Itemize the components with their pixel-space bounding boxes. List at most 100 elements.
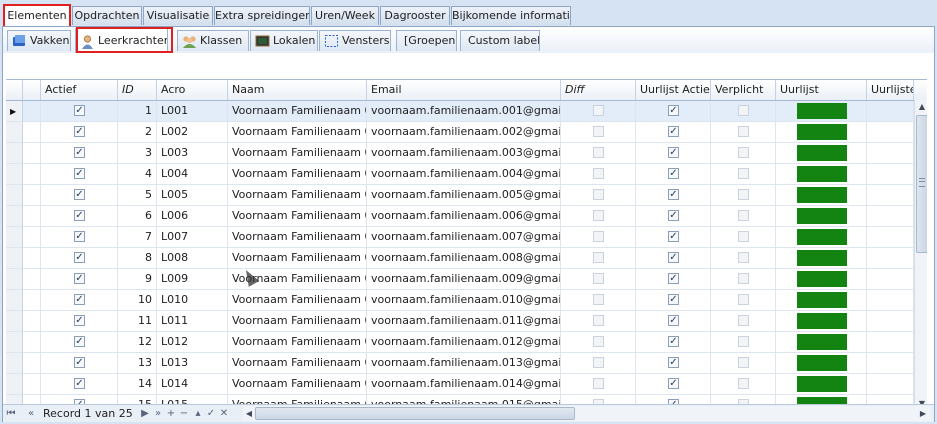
column-header-uurlijst[interactable]: Uurlijst: [776, 80, 867, 100]
cell-email[interactable]: voornaam.familienaam.001@gmail.com: [367, 101, 561, 122]
cell-blank[interactable]: [23, 290, 41, 311]
cell-id[interactable]: 13: [118, 353, 157, 374]
checkbox-unchecked[interactable]: [738, 126, 749, 137]
cell-blank[interactable]: [23, 164, 41, 185]
column-header-uurlijsten[interactable]: Uurlijsten: [867, 80, 914, 100]
cell-diff[interactable]: [561, 206, 636, 227]
cell-verplicht[interactable]: [711, 185, 776, 206]
cell-actief[interactable]: ✓: [41, 206, 118, 227]
checkbox-checked[interactable]: ✓: [74, 189, 85, 200]
cell-naam[interactable]: Voornaam Familienaam 014: [228, 374, 367, 395]
cell-verplicht[interactable]: [711, 290, 776, 311]
checkbox-checked[interactable]: ✓: [74, 210, 85, 221]
cell-diff[interactable]: [561, 290, 636, 311]
cell-blank[interactable]: [23, 101, 41, 122]
cell-ind[interactable]: [6, 290, 23, 311]
uurlijst-color-swatch[interactable]: [797, 250, 847, 266]
checkbox-checked[interactable]: ✓: [668, 231, 679, 242]
cell-uurlijst-actief[interactable]: ✓: [636, 353, 711, 374]
cell-uurlijst[interactable]: [776, 206, 867, 227]
column-header-acro[interactable]: Acro: [157, 80, 228, 100]
cell-blank[interactable]: [23, 122, 41, 143]
cell-actief[interactable]: ✓: [41, 248, 118, 269]
cell-acro[interactable]: L007: [157, 227, 228, 248]
uurlijst-color-swatch[interactable]: [797, 124, 847, 140]
cell-actief[interactable]: ✓: [41, 143, 118, 164]
cell-uurlijst[interactable]: [776, 122, 867, 143]
cell-uurlijst-actief[interactable]: ✓: [636, 101, 711, 122]
checkbox-unchecked[interactable]: [593, 105, 604, 116]
cell-uurlijst[interactable]: [776, 164, 867, 185]
cell-actief[interactable]: ✓: [41, 185, 118, 206]
checkbox-checked[interactable]: ✓: [74, 147, 85, 158]
cell-ind[interactable]: [6, 332, 23, 353]
checkbox-unchecked[interactable]: [593, 378, 604, 389]
cell-actief[interactable]: ✓: [41, 227, 118, 248]
cell-uurlijst-actief[interactable]: ✓: [636, 311, 711, 332]
cell-verplicht[interactable]: [711, 164, 776, 185]
horizontal-scroll-thumb[interactable]: [255, 407, 575, 420]
checkbox-unchecked[interactable]: [593, 126, 604, 137]
cell-naam[interactable]: Voornaam Familienaam 009: [228, 269, 367, 290]
checkbox-unchecked[interactable]: [738, 252, 749, 263]
cell-actief[interactable]: ✓: [41, 332, 118, 353]
cancel-icon[interactable]: ✕: [219, 405, 229, 422]
cell-diff[interactable]: [561, 332, 636, 353]
checkbox-checked[interactable]: ✓: [668, 189, 679, 200]
cell-uurlijst[interactable]: [776, 353, 867, 374]
cell-blank[interactable]: [23, 353, 41, 374]
cell-uurlijst[interactable]: [776, 185, 867, 206]
scroll-thumb[interactable]: [916, 115, 927, 253]
cell-id[interactable]: 10: [118, 290, 157, 311]
cell-uurlijst[interactable]: [776, 101, 867, 122]
cell-verplicht[interactable]: [711, 122, 776, 143]
tab-elementen[interactable]: Elementen: [4, 4, 70, 27]
subtab-custom-labels[interactable]: Custom labels: [460, 30, 540, 51]
cell-id[interactable]: 1: [118, 101, 157, 122]
checkbox-checked[interactable]: ✓: [74, 357, 85, 368]
delete-icon[interactable]: −: [179, 405, 189, 422]
uurlijst-color-swatch[interactable]: [797, 271, 847, 287]
checkbox-unchecked[interactable]: [593, 231, 604, 242]
cell-actief[interactable]: ✓: [41, 164, 118, 185]
cell-diff[interactable]: [561, 311, 636, 332]
cell-ind[interactable]: [6, 353, 23, 374]
cell-verplicht[interactable]: [711, 143, 776, 164]
checkbox-checked[interactable]: ✓: [668, 378, 679, 389]
table-row[interactable]: ✓ 12L012Voornaam Familienaam 012voornaam.…: [6, 332, 914, 353]
cell-verplicht[interactable]: [711, 269, 776, 290]
subtab-groepen[interactable]: [Groepen]: [396, 30, 457, 51]
checkbox-unchecked[interactable]: [738, 315, 749, 326]
save-icon[interactable]: ✓: [206, 405, 216, 422]
cell-diff[interactable]: [561, 143, 636, 164]
cell-ind[interactable]: [6, 206, 23, 227]
cell-acro[interactable]: L009: [157, 269, 228, 290]
table-row[interactable]: ✓ 4L004Voornaam Familienaam 004voornaam.f…: [6, 164, 914, 185]
checkbox-checked[interactable]: ✓: [74, 126, 85, 137]
checkbox-checked[interactable]: ✓: [668, 147, 679, 158]
table-row[interactable]: ✓ 5L005Voornaam Familienaam 005voornaam.f…: [6, 185, 914, 206]
cell-verplicht[interactable]: [711, 332, 776, 353]
uurlijst-color-swatch[interactable]: [797, 334, 847, 350]
cell-uurlijst-actief[interactable]: ✓: [636, 227, 711, 248]
tab-extra-spreidingen[interactable]: Extra spreidingen: [214, 6, 310, 25]
tab-opdrachten[interactable]: Opdrachten: [72, 6, 142, 25]
cell-verplicht[interactable]: [711, 248, 776, 269]
cell-uurlijsten[interactable]: [867, 185, 914, 206]
add-icon[interactable]: +: [166, 405, 176, 422]
vertical-scrollbar[interactable]: ▲ ▼: [914, 100, 927, 410]
cell-uurlijst-actief[interactable]: ✓: [636, 290, 711, 311]
checkbox-checked[interactable]: ✓: [668, 294, 679, 305]
scroll-left-icon[interactable]: ◀: [243, 406, 255, 421]
tab-dagrooster[interactable]: Dagrooster: [380, 6, 450, 25]
cell-uurlijsten[interactable]: [867, 374, 914, 395]
subtab-leerkrachten[interactable]: Leerkrachten: [75, 28, 168, 53]
cell-naam[interactable]: Voornaam Familienaam 003: [228, 143, 367, 164]
column-header-naam[interactable]: Naam: [228, 80, 367, 100]
checkbox-checked[interactable]: ✓: [74, 315, 85, 326]
table-row[interactable]: ✓ 8L008Voornaam Familienaam 008voornaam.f…: [6, 248, 914, 269]
cell-uurlijst-actief[interactable]: ✓: [636, 143, 711, 164]
cell-uurlijsten[interactable]: [867, 101, 914, 122]
checkbox-unchecked[interactable]: [593, 189, 604, 200]
cell-uurlijsten[interactable]: [867, 122, 914, 143]
